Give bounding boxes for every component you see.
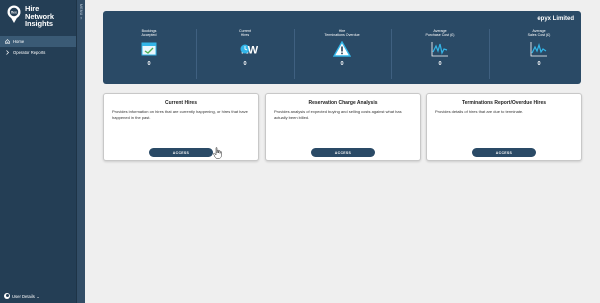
sidebar: flex Hire Network Insights Home Operator…	[0, 0, 76, 303]
stat-value: 0	[340, 61, 344, 67]
stat-label: Average Sales Cost (£)	[527, 29, 551, 38]
user-details-button[interactable]: User Details ⌄	[4, 293, 40, 299]
card-description: Provides information on hires that are c…	[112, 109, 248, 120]
menu-toggle-label: MENU ‹‹	[79, 4, 83, 20]
sidebar-nav: Home Operator Reports	[0, 36, 76, 58]
stat-label: Average Purchase Cost (£)	[425, 29, 455, 38]
logo: flex Hire Network Insights	[6, 5, 54, 28]
stat-label: Current Hires	[239, 29, 251, 38]
sidebar-item-label: Operator Reports	[13, 50, 46, 55]
card-description: Provides details of hires that are due t…	[435, 109, 524, 114]
svg-text:W: W	[248, 45, 258, 57]
now-icon: N W	[232, 41, 259, 57]
logo-badge-icon: flex	[6, 5, 22, 25]
divider	[196, 29, 197, 79]
chevron-right-icon	[5, 50, 10, 55]
card-terminations-report: Terminations Report/Overdue Hires Provid…	[426, 93, 582, 161]
stat-label: Bookings Accepted	[141, 29, 157, 38]
card-current-hires: Current Hires Provides information on hi…	[103, 93, 259, 161]
stat-value: 0	[438, 61, 442, 67]
pulse-chart-icon	[431, 41, 449, 57]
logo-text: Hire Network Insights	[25, 5, 54, 28]
calendar-check-icon	[140, 41, 158, 57]
user-details-label: User Details	[12, 293, 35, 299]
divider	[489, 29, 490, 79]
stat-value: 0	[537, 61, 541, 67]
stat-terminations-overdue: Hire Terminations Overdue 0	[312, 29, 372, 67]
card-description: Provides analysis of expected buying and…	[274, 109, 402, 120]
user-icon	[4, 293, 10, 299]
divider	[294, 29, 295, 79]
stat-bookings-accepted: Bookings Accepted 0	[119, 29, 179, 67]
stat-label: Hire Terminations Overdue	[324, 29, 360, 38]
logo-badge-text: flex	[11, 11, 17, 15]
home-icon	[5, 39, 10, 44]
stat-value: 0	[243, 61, 247, 67]
sidebar-item-home[interactable]: Home	[0, 36, 76, 47]
brand-line-3: Insights	[25, 19, 53, 28]
menu-toggle[interactable]: MENU ‹‹	[76, 0, 85, 303]
sidebar-item-label: Home	[13, 39, 25, 44]
access-button[interactable]: ACCESS	[149, 148, 213, 157]
company-name: epyx Limited	[537, 16, 574, 22]
card-reservation-charge-analysis: Reservation Charge Analysis Provides ana…	[265, 93, 421, 161]
stat-average-sales-cost: Average Sales Cost (£) 0	[509, 29, 569, 67]
divider	[391, 29, 392, 79]
stat-current-hires: Current Hires N W 0	[215, 29, 275, 67]
stat-average-purchase-cost: Average Purchase Cost (£) 0	[410, 29, 470, 67]
chevron-down-icon: ⌄	[36, 293, 40, 299]
hand-cursor-icon	[213, 146, 223, 159]
stat-value: 0	[147, 61, 151, 67]
pulse-chart-icon	[530, 41, 548, 57]
sidebar-item-operator-reports[interactable]: Operator Reports	[0, 47, 76, 58]
stats-panel: epyx Limited Bookings Accepted 0 Current…	[103, 11, 581, 84]
warning-icon	[332, 40, 352, 57]
access-button[interactable]: ACCESS	[311, 148, 375, 157]
access-button[interactable]: ACCESS	[472, 148, 536, 157]
